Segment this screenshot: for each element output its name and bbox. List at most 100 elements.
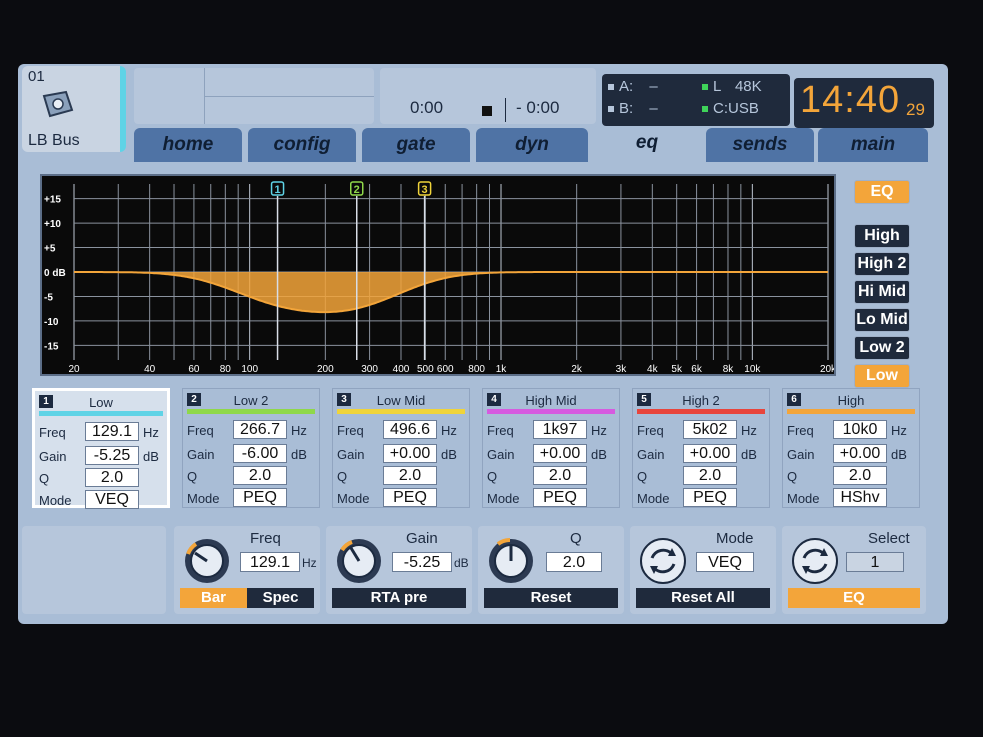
band-gain-value[interactable]: -5.25 <box>85 446 139 465</box>
mode-value[interactable]: VEQ <box>696 552 754 572</box>
band-freq-value[interactable]: 266.7 <box>233 420 287 439</box>
tab-home[interactable]: home <box>134 128 242 162</box>
gain-value[interactable]: -5.25 <box>392 552 452 572</box>
led-green-icon <box>702 84 708 91</box>
bar-button[interactable]: Bar <box>180 588 247 608</box>
eq-toggle-button[interactable]: EQ <box>854 180 910 204</box>
tab-eq[interactable]: eq <box>592 126 702 166</box>
band-header: 4 High Mid <box>483 393 619 409</box>
band-q-value[interactable]: 2.0 <box>533 466 587 485</box>
rta-pre-button[interactable]: RTA pre <box>332 588 466 608</box>
mode-row-label: Mode <box>187 491 220 506</box>
band-panel-5[interactable]: 5 High 2 Freq 5k02 Hz Gain +0.00 dB Q 2.0 Mode PEQ <box>632 388 770 508</box>
cycle-icon[interactable] <box>790 536 840 586</box>
channel-number: 01 <box>28 68 45 85</box>
q-knob-icon[interactable] <box>486 536 536 586</box>
band-q-value[interactable]: 2.0 <box>233 466 287 485</box>
freq-row-label: Freq <box>487 423 514 438</box>
q-row-label: Q <box>39 471 50 486</box>
bar-spec-toggle: Bar Spec <box>180 588 314 608</box>
band-high-button[interactable]: High <box>854 224 910 248</box>
x-tick-label: 600 <box>437 364 454 374</box>
band-freq-value[interactable]: 496.6 <box>383 420 437 439</box>
band-gain-value[interactable]: +0.00 <box>683 444 737 463</box>
elapsed-time: 0:00 <box>410 98 444 117</box>
band-mode-value[interactable]: PEQ <box>233 488 287 507</box>
gain-unit: dB <box>454 556 469 570</box>
channel-name: LB Bus <box>28 132 80 149</box>
q-control[interactable]: Q 2.0 Reset <box>478 526 624 614</box>
freq-value[interactable]: 129.1 <box>240 552 300 572</box>
band-mode-value[interactable]: VEQ <box>85 490 139 509</box>
band-gain-value[interactable]: +0.00 <box>833 444 887 463</box>
input-b-label: B: <box>619 100 634 117</box>
band-freq-value[interactable]: 129.1 <box>85 422 139 441</box>
q-value[interactable]: 2.0 <box>546 552 602 572</box>
tab-sends[interactable]: sends <box>706 128 814 162</box>
stop-icon[interactable] <box>482 106 492 116</box>
reset-all-button[interactable]: Reset All <box>636 588 770 608</box>
cycle-icon[interactable] <box>638 536 688 586</box>
band-low-button[interactable]: Low <box>854 364 910 388</box>
band-low2-button[interactable]: Low 2 <box>854 336 910 360</box>
band-mode-value[interactable]: PEQ <box>683 488 737 507</box>
band-q-value[interactable]: 2.0 <box>683 466 737 485</box>
y-tick-label: -5 <box>44 292 53 303</box>
band-high2-button[interactable]: High 2 <box>854 252 910 276</box>
band-panel-6[interactable]: 6 High Freq 10k0 Hz Gain +0.00 dB Q 2.0 Mode HShv <box>782 388 920 508</box>
hz-unit: Hz <box>591 423 607 438</box>
band-header: 6 High <box>783 393 919 409</box>
tab-gate[interactable]: gate <box>362 128 470 162</box>
mode-row-label: Mode <box>787 491 820 506</box>
band-panel-1[interactable]: 1 Low Freq 129.1 Hz Gain -5.25 dB Q 2.0 Mode VEQ <box>32 388 170 509</box>
clock-seconds: 29 <box>906 100 925 119</box>
band-mode-value[interactable]: PEQ <box>383 488 437 507</box>
x-tick-label: 10k <box>744 364 761 374</box>
gain-control[interactable]: Gain -5.25 dB RTA pre <box>326 526 472 614</box>
input-b-status: B: – <box>608 100 658 117</box>
x-tick-label: 40 <box>144 364 156 374</box>
eq-select-button[interactable]: EQ <box>788 588 920 608</box>
mode-row-label: Mode <box>487 491 520 506</box>
x-tick-label: 60 <box>188 364 200 374</box>
band-himid-button[interactable]: Hi Mid <box>854 280 910 304</box>
eq-graph[interactable]: +15 +10 +5 0 dB -5 -10 -15 20 40 60 80 100 200 300 400… <box>40 174 836 376</box>
band-mode-value[interactable]: PEQ <box>533 488 587 507</box>
transport-panel[interactable]: 0:00 - 0:00 <box>380 68 596 124</box>
select-value[interactable]: 1 <box>846 552 904 572</box>
band-gain-value[interactable]: -6.00 <box>233 444 287 463</box>
band-q-value[interactable]: 2.0 <box>85 468 139 487</box>
band-freq-value[interactable]: 10k0 <box>833 420 887 439</box>
y-tick-label: +5 <box>44 244 56 255</box>
band-lomid-button[interactable]: Lo Mid <box>854 308 910 332</box>
gain-knob-icon[interactable] <box>334 536 384 586</box>
band-q-value[interactable]: 2.0 <box>383 466 437 485</box>
spec-button[interactable]: Spec <box>247 588 314 608</box>
x-tick-label: 200 <box>317 364 334 374</box>
band-gain-value[interactable]: +0.00 <box>383 444 437 463</box>
gain-row-label: Gain <box>39 449 67 464</box>
band-color-bar <box>187 409 315 414</box>
band-freq-value[interactable]: 1k97 <box>533 420 587 439</box>
select-control[interactable]: Select 1 EQ <box>782 526 926 614</box>
tab-dyn[interactable]: dyn <box>476 128 588 162</box>
band-name: High Mid <box>525 393 577 408</box>
hz-unit: Hz <box>441 423 457 438</box>
freq-control[interactable]: Freq 129.1 Hz Bar Spec <box>174 526 320 614</box>
band-gain-value[interactable]: +0.00 <box>533 444 587 463</box>
x-tick-label: 400 <box>393 364 410 374</box>
mode-control[interactable]: Mode VEQ Reset All <box>630 526 776 614</box>
gain-row-label: Gain <box>787 447 815 462</box>
band-freq-value[interactable]: 5k02 <box>683 420 737 439</box>
tab-config[interactable]: config <box>248 128 356 162</box>
channel-badge[interactable]: 01 LB Bus <box>22 66 126 152</box>
freq-label: Freq <box>250 530 281 547</box>
freq-knob-icon[interactable] <box>182 536 232 586</box>
band-mode-value[interactable]: HShv <box>833 488 887 507</box>
reset-button[interactable]: Reset <box>484 588 618 608</box>
band-panel-3[interactable]: 3 Low Mid Freq 496.6 Hz Gain +0.00 dB Q 2.0 Mode PE… <box>332 388 470 508</box>
band-panel-2[interactable]: 2 Low 2 Freq 266.7 Hz Gain -6.00 dB Q 2.0 Mode PEQ <box>182 388 320 508</box>
band-panel-4[interactable]: 4 High Mid Freq 1k97 Hz Gain +0.00 dB Q 2.0 Mode PE… <box>482 388 620 508</box>
tab-main[interactable]: main <box>818 128 928 162</box>
band-q-value[interactable]: 2.0 <box>833 466 887 485</box>
